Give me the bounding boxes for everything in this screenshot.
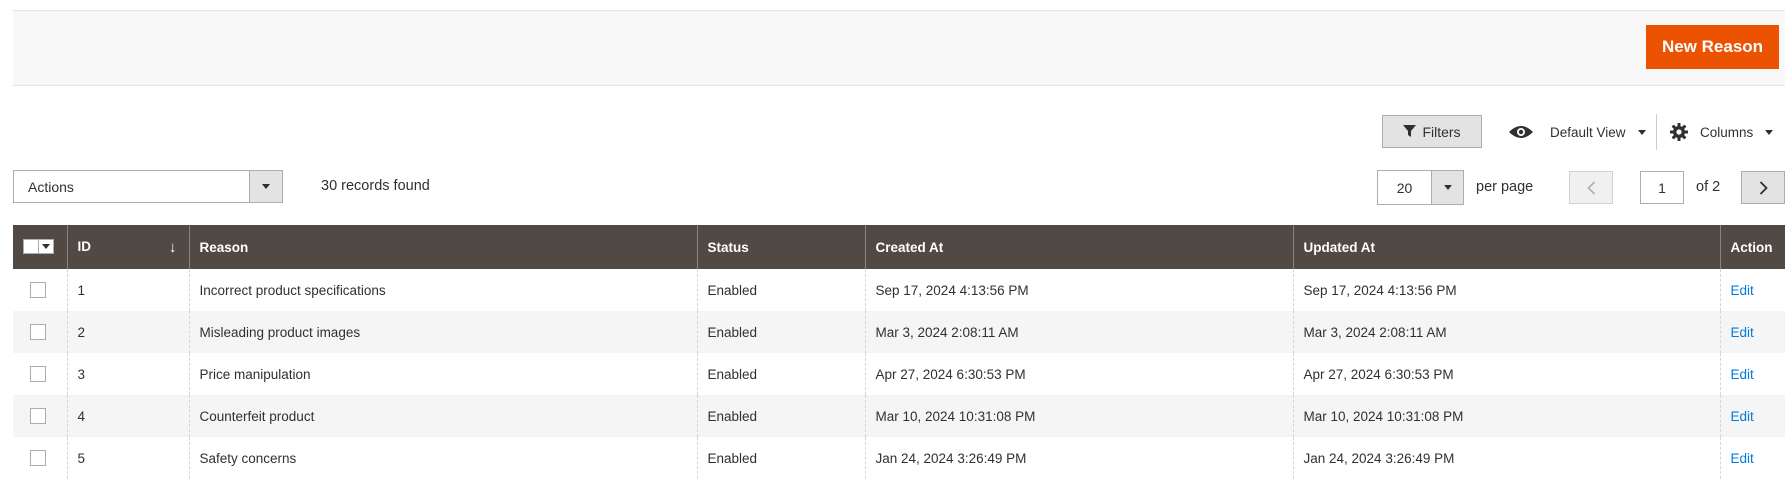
chevron-right-icon <box>1759 180 1768 195</box>
cell-created-at: Jan 24, 2024 3:26:49 PM <box>864 437 1293 479</box>
cell-status: Enabled <box>696 311 865 353</box>
filters-button[interactable]: Filters <box>1382 115 1482 148</box>
cell-updated-at: Jan 24, 2024 3:26:49 PM <box>1292 437 1720 479</box>
cell-reason: Incorrect product specifications <box>188 269 697 311</box>
row-checkbox[interactable] <box>30 408 46 425</box>
chevron-down-icon <box>1431 171 1463 204</box>
chevron-down-icon <box>1637 129 1646 135</box>
chevron-down-icon <box>1765 129 1774 135</box>
chevron-down-icon <box>249 171 282 202</box>
table-row: 3 Price manipulation Enabled Apr 27, 202… <box>13 353 1785 395</box>
edit-link[interactable]: Edit <box>1731 409 1754 424</box>
filter-icon <box>1403 125 1417 137</box>
cell-id: 2 <box>66 311 189 353</box>
edit-link[interactable]: Edit <box>1731 451 1754 466</box>
cell-created-at: Mar 10, 2024 10:31:08 PM <box>864 395 1293 437</box>
per-page-label: per page <box>1476 179 1534 195</box>
mass-actions-select[interactable]: Actions <box>13 170 283 203</box>
mass-actions-label: Actions <box>28 178 74 195</box>
row-checkbox[interactable] <box>30 450 46 467</box>
records-found-count: 30 records found <box>321 178 430 194</box>
cell-status: Enabled <box>696 437 865 479</box>
table-header-row: ID ↓ Reason Status Created At Updated At … <box>13 225 1785 269</box>
cell-id: 3 <box>66 353 189 395</box>
cell-status: Enabled <box>696 353 865 395</box>
cell-reason: Price manipulation <box>188 353 697 395</box>
column-header-reason[interactable]: Reason <box>188 225 697 269</box>
page-number-input[interactable] <box>1640 171 1684 204</box>
edit-link[interactable]: Edit <box>1731 283 1754 298</box>
previous-page-button[interactable] <box>1569 171 1613 204</box>
cell-status: Enabled <box>696 269 865 311</box>
cell-reason: Misleading product images <box>188 311 697 353</box>
cell-created-at: Sep 17, 2024 4:13:56 PM <box>864 269 1293 311</box>
table-row: 2 Misleading product images Enabled Mar … <box>13 311 1785 353</box>
mass-select-checkbox[interactable] <box>23 238 54 254</box>
cell-status: Enabled <box>696 395 865 437</box>
cell-id: 4 <box>66 395 189 437</box>
columns-label: Columns <box>1700 124 1754 140</box>
columns-dropdown[interactable]: Columns <box>1670 118 1774 146</box>
column-header-id[interactable]: ID ↓ <box>66 225 189 269</box>
cell-id: 5 <box>66 437 189 479</box>
cell-updated-at: Mar 3, 2024 2:08:11 AM <box>1292 311 1720 353</box>
toolbar-divider <box>1656 114 1657 150</box>
default-view-label: Default View <box>1550 124 1626 140</box>
column-header-action: Action <box>1719 225 1785 269</box>
edit-link[interactable]: Edit <box>1731 367 1754 382</box>
cell-reason: Safety concerns <box>188 437 697 479</box>
table-row: 1 Incorrect product specifications Enabl… <box>13 269 1785 311</box>
gear-icon <box>1670 123 1688 141</box>
column-header-created-at[interactable]: Created At <box>864 225 1293 269</box>
cell-created-at: Mar 3, 2024 2:08:11 AM <box>864 311 1293 353</box>
filters-label: Filters <box>1422 123 1461 140</box>
new-reason-button[interactable]: New Reason <box>1646 25 1779 69</box>
cell-id: 1 <box>66 269 189 311</box>
mass-select-header[interactable] <box>13 225 67 269</box>
table-row: 5 Safety concerns Enabled Jan 24, 2024 3… <box>13 437 1785 479</box>
cell-created-at: Apr 27, 2024 6:30:53 PM <box>864 353 1293 395</box>
cell-updated-at: Mar 10, 2024 10:31:08 PM <box>1292 395 1720 437</box>
row-checkbox[interactable] <box>30 366 46 383</box>
per-page-value: 20 <box>1396 179 1413 196</box>
default-view-dropdown[interactable]: Default View <box>1508 118 1646 146</box>
total-pages-label: of 2 <box>1696 179 1721 195</box>
column-header-status[interactable]: Status <box>696 225 865 269</box>
reasons-grid: ID ↓ Reason Status Created At Updated At … <box>13 225 1785 479</box>
chevron-left-icon <box>1586 180 1595 195</box>
edit-link[interactable]: Edit <box>1731 325 1754 340</box>
row-checkbox[interactable] <box>30 282 46 299</box>
table-row: 4 Counterfeit product Enabled Mar 10, 20… <box>13 395 1785 437</box>
per-page-select[interactable]: 20 <box>1377 170 1464 205</box>
eye-icon <box>1509 126 1533 138</box>
cell-updated-at: Apr 27, 2024 6:30:53 PM <box>1292 353 1720 395</box>
column-header-updated-at[interactable]: Updated At <box>1292 225 1720 269</box>
next-page-button[interactable] <box>1741 171 1785 204</box>
column-header-label: ID <box>77 238 92 254</box>
row-checkbox[interactable] <box>30 324 46 341</box>
page-actions-bar: New Reason <box>13 10 1785 86</box>
cell-updated-at: Sep 17, 2024 4:13:56 PM <box>1292 269 1720 311</box>
sort-arrow-down-icon: ↓ <box>169 238 177 256</box>
cell-reason: Counterfeit product <box>188 395 697 437</box>
